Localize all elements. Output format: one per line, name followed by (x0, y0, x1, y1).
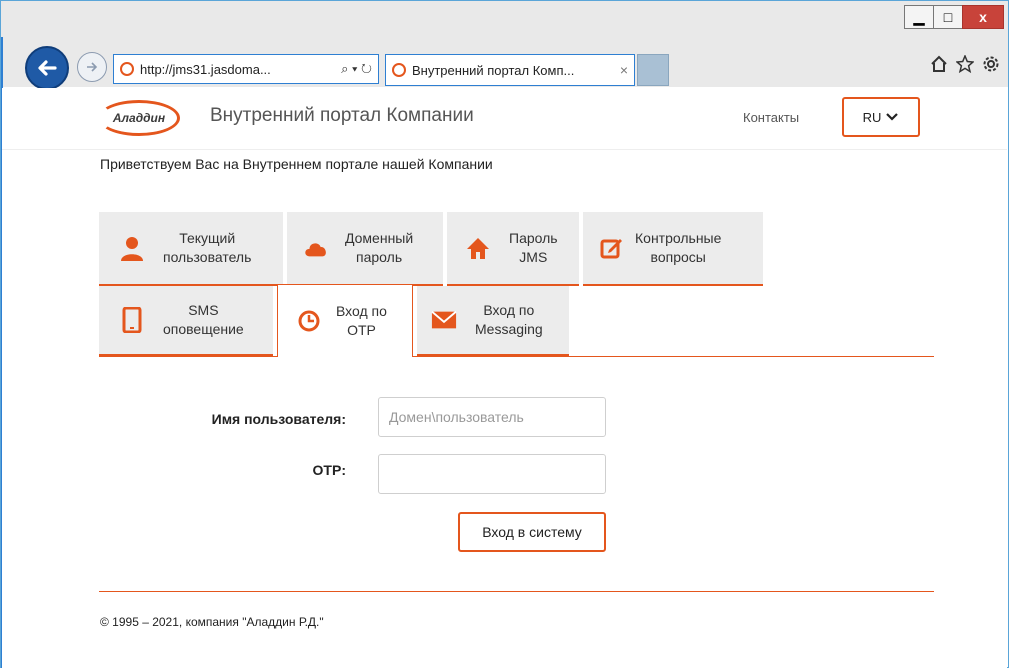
tabs-bottom-divider-right (413, 356, 934, 357)
tab-security-questions-line1: Контрольные (635, 230, 722, 246)
cloud-icon (303, 235, 329, 261)
new-tab-button[interactable] (637, 54, 669, 86)
browser-tab[interactable]: Внутренний портал Комп... × (385, 54, 635, 86)
arrow-right-icon (87, 62, 98, 72)
otp-input[interactable] (378, 454, 606, 494)
browser-tools (930, 55, 1000, 73)
address-url[interactable]: http://jms31.jasdoma... (140, 62, 335, 77)
tab-otp-login-line1: Вход по (336, 303, 387, 319)
forward-button[interactable] (77, 52, 107, 82)
contacts-link[interactable]: Контакты (743, 110, 799, 125)
close-window-button[interactable]: x (962, 5, 1004, 29)
tab-title: Внутренний портал Комп... (412, 62, 575, 78)
tab-domain-password-line1: Доменный (345, 230, 414, 246)
tab-jms-password-line1: Пароль (509, 230, 558, 246)
address-controls[interactable]: ⌕ ▾ ↻ (341, 61, 372, 77)
tab-otp-login[interactable]: Вход по OTP (277, 284, 413, 357)
username-input[interactable]: Домен\пользователь (378, 397, 606, 437)
tab-messaging-login-line2: Messaging (475, 321, 543, 337)
envelope-icon (431, 307, 457, 333)
home-icon[interactable] (930, 55, 948, 73)
tab-messaging-login[interactable]: Вход по Messaging (417, 286, 569, 356)
language-selector[interactable]: RU (842, 97, 920, 137)
tab-sms-notification[interactable]: SMS оповещение (99, 286, 273, 356)
tab-domain-password-line2: пароль (356, 249, 403, 265)
minimize-button[interactable]: ▁ (904, 5, 934, 29)
page-content: Аладдин Внутренний портал Компании Конта… (2, 88, 1007, 668)
tab-security-questions-line2: вопросы (650, 249, 706, 265)
site-favicon-icon (120, 62, 134, 76)
tab-current-user[interactable]: Текущий пользователь (99, 212, 283, 286)
edit-icon (599, 235, 625, 261)
tab-messaging-login-line1: Вход по (483, 302, 535, 318)
user-icon (119, 235, 145, 261)
chevron-down-icon (886, 113, 899, 121)
tabs-bottom-divider (99, 356, 277, 357)
tab-jms-password[interactable]: Пароль JMS (447, 212, 579, 286)
tab-current-user-line1: Текущий (179, 230, 236, 246)
arrow-left-icon (38, 60, 57, 76)
tab-sms-notification-line1: SMS (188, 302, 219, 318)
tab-sms-notification-line2: оповещение (163, 321, 244, 337)
maximize-button[interactable]: □ (933, 5, 963, 29)
clock-icon (296, 308, 322, 334)
portal-title: Внутренний портал Компании (210, 105, 474, 126)
login-button[interactable]: Вход в систему (458, 512, 606, 552)
footer-divider (99, 591, 934, 592)
favorites-star-icon[interactable] (956, 55, 974, 73)
welcome-text: Приветствуем Вас на Внутреннем портале н… (100, 156, 493, 172)
otp-label: OTP: (312, 462, 346, 478)
tab-otp-login-line2: OTP (347, 322, 376, 338)
address-bar[interactable]: http://jms31.jasdoma... ⌕ ▾ ↻ (113, 54, 379, 84)
language-label: RU (862, 109, 882, 125)
phone-icon (119, 307, 145, 333)
tab-domain-password[interactable]: Доменный пароль (287, 212, 443, 286)
username-placeholder: Домен\пользователь (389, 409, 524, 425)
aladdin-logo[interactable]: Аладдин (98, 100, 180, 136)
tab-current-user-line2: пользователь (163, 249, 252, 265)
back-button[interactable] (25, 46, 69, 90)
settings-gear-icon[interactable] (982, 55, 1000, 73)
site-header: Аладдин Внутренний портал Компании Конта… (2, 88, 1007, 150)
browser-window: ▁ □ x http://jms31.jasdoma... ⌕ ▾ ↻ Внут… (0, 0, 1009, 668)
tab-close-icon[interactable]: × (614, 62, 634, 78)
title-bar: ▁ □ x (1, 1, 1008, 37)
tab-favicon-icon (392, 63, 406, 77)
home-icon (465, 235, 491, 261)
window-controls: ▁ □ x (904, 5, 1004, 29)
username-label: Имя пользователя: (211, 411, 346, 427)
copyright-text: © 1995 – 2021, компания "Аладдин Р.Д." (100, 615, 324, 629)
tab-jms-password-line2: JMS (519, 249, 548, 265)
tab-security-questions[interactable]: Контрольные вопросы (583, 212, 763, 286)
